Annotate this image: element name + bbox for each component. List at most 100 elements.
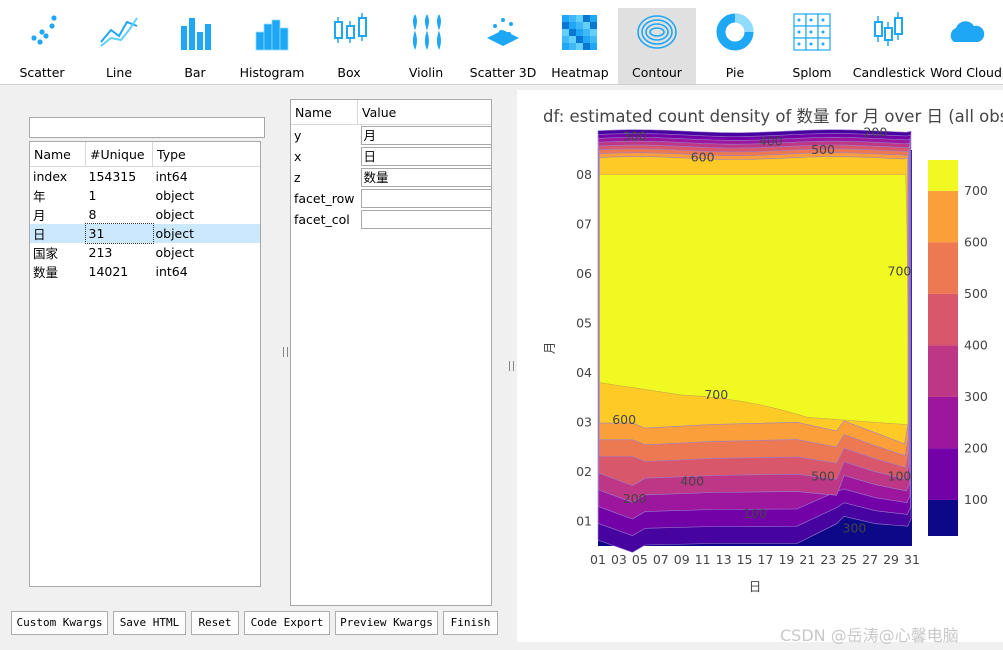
tool-label: Bar (184, 65, 206, 80)
tool-heatmap[interactable]: Heatmap (541, 8, 619, 84)
tool-word-cloud[interactable]: Word Cloud (927, 8, 1003, 84)
colorbar-tick-label: 100 (964, 492, 988, 507)
tool-histogram[interactable]: Histogram (233, 8, 311, 84)
kwargs-header-value[interactable]: Value (357, 100, 491, 125)
table-row[interactable]: 数量 14021 int64 (30, 262, 260, 281)
kwarg-name: facet_row (294, 191, 355, 206)
unique-count-cell: 154315 (88, 169, 137, 184)
contour-label: 300 (843, 521, 867, 536)
wordcloud-icon (950, 21, 985, 42)
colorbar-band (928, 396, 958, 449)
contour-label: 200 (863, 125, 887, 140)
tool-label: Word Cloud (930, 65, 1002, 80)
code-export-button[interactable]: Code Export (244, 611, 330, 635)
preview-kwargs-button[interactable]: Preview Kwargs (335, 611, 438, 635)
table-row[interactable]: 月 8 object (30, 205, 260, 224)
x-tick-label: 29 (883, 552, 899, 567)
colorbar-band (928, 293, 958, 346)
x-tick-label: 17 (758, 552, 774, 567)
colorbar-band (928, 160, 958, 191)
tool-line[interactable]: Line (80, 8, 158, 84)
y-tick-label: 01 (576, 513, 592, 528)
kwargs-header-name[interactable]: Name (291, 100, 359, 125)
bar-icon (181, 18, 211, 50)
colorbar-tick-label: 300 (964, 389, 988, 404)
contour-label: 400 (680, 474, 704, 489)
splom-icon (793, 13, 831, 51)
tool-bar[interactable]: Bar (156, 8, 234, 84)
save-html-button[interactable]: Save HTML (113, 611, 186, 635)
finish-button[interactable]: Finish (443, 611, 498, 635)
y-tick-label: 03 (576, 414, 592, 429)
custom-kwargs-button[interactable]: Custom Kwargs (11, 611, 108, 635)
tool-label: Box (337, 65, 361, 80)
x-tick-label: 13 (716, 552, 732, 567)
kwarg-value-input-x[interactable]: 日 (360, 147, 491, 166)
kwarg-value-input-facet_row[interactable] (360, 189, 491, 208)
tool-pie[interactable]: Pie (696, 8, 774, 84)
column-header-type[interactable]: Type (152, 142, 260, 167)
dtype-cell: int64 (155, 169, 188, 184)
kwarg-row: facet_row (291, 188, 491, 209)
table-row[interactable]: 日 31 object (30, 223, 260, 244)
dtype-cell: object (155, 188, 195, 203)
contour-label: 100 (743, 506, 767, 521)
column-name-cell: index (33, 169, 68, 184)
tool-label: Pie (725, 65, 745, 80)
contour-label: 500 (811, 142, 835, 157)
contour-plot-area: df: estimated count density of 数量 for 月 … (517, 90, 1003, 642)
x-tick-label: 05 (632, 552, 648, 567)
y-axis-title: 月 (542, 342, 557, 355)
y-tick-label: 02 (576, 464, 592, 479)
kwarg-value-input-z[interactable]: 数量 (360, 168, 491, 187)
tool-violin[interactable]: Violin (387, 8, 465, 84)
tool-label: Histogram (239, 65, 305, 80)
reset-button[interactable]: Reset (191, 611, 239, 635)
table-row[interactable]: 国家 213 object (30, 243, 260, 262)
colorbar-band (928, 499, 958, 536)
tool-label: Heatmap (551, 65, 609, 80)
colorbar-band (928, 448, 958, 500)
unique-count-cell: 213 (88, 245, 113, 260)
x-tick-label: 27 (862, 552, 878, 567)
tool-scatter-3d[interactable]: Scatter 3D (464, 8, 542, 84)
column-name-cell: 年 (33, 189, 46, 204)
contour-label: 700 (704, 387, 728, 402)
kwarg-value-input-facet_col[interactable] (360, 210, 491, 229)
kwarg-row: x日 (291, 146, 491, 167)
tool-box[interactable]: Box (310, 8, 388, 84)
colorbar-tick-label: 400 (964, 337, 988, 352)
column-name-cell: 国家 (33, 246, 59, 261)
scatter-icon (31, 15, 57, 45)
tool-scatter[interactable]: Scatter (3, 8, 81, 84)
contour-label: 700 (888, 263, 912, 278)
colorbar-tick-label: 600 (964, 234, 988, 249)
column-header-unique[interactable]: #Unique (85, 142, 153, 167)
tool-candlestick[interactable]: Candlestick (850, 8, 928, 84)
x-tick-label: 21 (799, 552, 815, 567)
column-search-input[interactable] (29, 117, 265, 138)
unique-count-cell: 1 (88, 188, 97, 203)
histogram-icon (255, 19, 289, 51)
violin-icon (412, 14, 442, 50)
kwarg-row: z 数量 (291, 167, 491, 188)
colorbar-band (928, 345, 958, 397)
column-header-name[interactable]: Name (30, 142, 86, 167)
dtype-cell: object (155, 207, 195, 222)
table-row[interactable]: 年 1 object (30, 186, 260, 205)
right-splitter-handle[interactable] (509, 361, 514, 371)
contour-label: 200 (623, 491, 647, 506)
kwarg-value-input-y[interactable]: 月 (360, 126, 491, 145)
tool-contour[interactable]: Contour (618, 8, 696, 84)
tool-splom[interactable]: Splom (773, 8, 851, 84)
watermark: CSDN @岳涛@心馨电脑 (780, 626, 959, 645)
y-tick-label: 07 (576, 216, 592, 231)
left-splitter-handle[interactable] (283, 347, 288, 357)
x-tick-label: 23 (820, 552, 836, 567)
x-tick-label: 19 (778, 552, 794, 567)
x-axis-title: 日 (749, 579, 762, 594)
table-row[interactable]: index 154315 int64 (30, 167, 260, 187)
contour-chart: 300 400 200 600 500 700 700 600 500 400 200 100 100 3… (542, 125, 988, 594)
box-icon (334, 13, 367, 43)
kwargs-table: Name Value y 月 x 日 z 数量 facet_row facet_col (290, 99, 492, 606)
